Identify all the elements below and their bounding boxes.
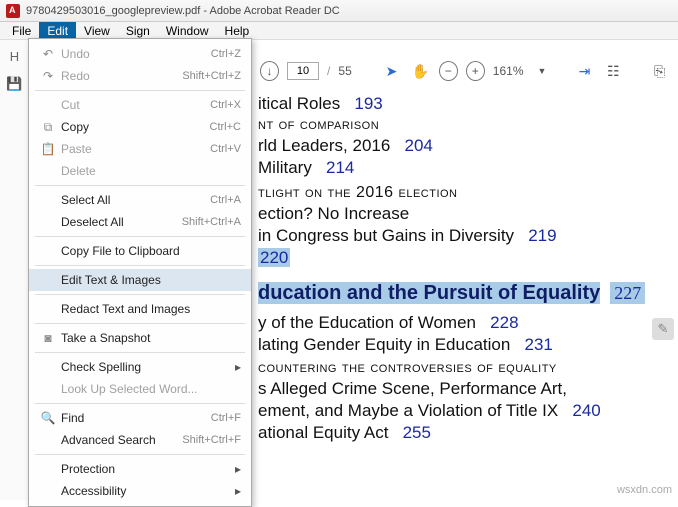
undo-icon: ↶: [39, 47, 57, 61]
menu-protection[interactable]: Protection▸: [29, 458, 251, 480]
menu-check-spelling[interactable]: Check Spelling▸: [29, 356, 251, 378]
window-titlebar: 9780429503016_googlepreview.pdf - Adobe …: [0, 0, 678, 22]
menu-file[interactable]: File: [4, 22, 39, 40]
copy-icon: ⧉: [39, 120, 57, 135]
chevron-right-icon: ▸: [235, 360, 241, 374]
menu-copy[interactable]: ⧉CopyCtrl+C: [29, 116, 251, 138]
menu-edit-text-images[interactable]: Edit Text & Images: [29, 269, 251, 291]
menu-window[interactable]: Window: [158, 22, 217, 40]
page-total: 55: [338, 64, 351, 78]
fit-width-icon[interactable]: ⇥: [574, 60, 595, 82]
menu-copy-file[interactable]: Copy File to Clipboard: [29, 240, 251, 262]
menu-view[interactable]: View: [76, 22, 118, 40]
menu-cut[interactable]: CutCtrl+X: [29, 94, 251, 116]
edit-dropdown: ↶UndoCtrl+Z ↷RedoShift+Ctrl+Z CutCtrl+X …: [28, 38, 252, 507]
camera-icon: ◙: [39, 331, 57, 345]
menu-redo[interactable]: ↷RedoShift+Ctrl+Z: [29, 65, 251, 87]
home-button[interactable]: H: [1, 44, 29, 68]
window-title: 9780429503016_googlepreview.pdf - Adobe …: [26, 5, 340, 17]
search-icon: 🔍: [39, 411, 57, 425]
chevron-right-icon: ▸: [235, 484, 241, 498]
redo-icon: ↷: [39, 69, 57, 83]
menu-select-all[interactable]: Select AllCtrl+A: [29, 189, 251, 211]
menu-redact[interactable]: Redact Text and Images: [29, 298, 251, 320]
left-sidebar: H 💾: [0, 40, 30, 500]
menu-paste[interactable]: 📋PasteCtrl+V: [29, 138, 251, 160]
page-number-input[interactable]: [287, 62, 319, 80]
zoom-level[interactable]: 161%: [493, 64, 524, 78]
page-sep: /: [327, 64, 330, 78]
edit-badge-icon[interactable]: ✎: [652, 318, 674, 340]
menu-sign[interactable]: Sign: [118, 22, 158, 40]
toolbar: ↓ / 55 ➤ ✋ − + 161% ▼ ⇥ ☷ ⎘: [252, 56, 678, 86]
zoom-in-button[interactable]: +: [466, 61, 485, 81]
watermark: wsxdn.com: [617, 484, 672, 496]
chevron-right-icon: ▸: [235, 462, 241, 476]
menu-accessibility[interactable]: Accessibility▸: [29, 480, 251, 502]
menu-lookup[interactable]: Look Up Selected Word...: [29, 378, 251, 400]
menu-edit[interactable]: Edit: [39, 22, 76, 40]
selected-text: 220: [258, 248, 290, 267]
menu-help[interactable]: Help: [217, 22, 258, 40]
zoom-out-button[interactable]: −: [439, 61, 458, 81]
menu-deselect-all[interactable]: Deselect AllShift+Ctrl+A: [29, 211, 251, 233]
share-icon[interactable]: ⎘: [649, 60, 670, 82]
app-icon: [6, 4, 20, 18]
save-button[interactable]: 💾: [1, 72, 29, 96]
menu-find[interactable]: 🔍FindCtrl+F: [29, 407, 251, 429]
paste-icon: 📋: [39, 142, 57, 156]
document-view[interactable]: itical Roles 193 nt of comparison rld Le…: [252, 90, 660, 500]
page-display-icon[interactable]: ☷: [603, 60, 624, 82]
zoom-dropdown-icon[interactable]: ▼: [532, 60, 553, 82]
page-down-button[interactable]: ↓: [260, 61, 279, 81]
menu-undo[interactable]: ↶UndoCtrl+Z: [29, 43, 251, 65]
menu-snapshot[interactable]: ◙Take a Snapshot: [29, 327, 251, 349]
arrow-cursor-icon[interactable]: ➤: [381, 60, 402, 82]
menu-delete[interactable]: Delete: [29, 160, 251, 182]
selected-heading: ducation and the Pursuit of Equality: [258, 282, 600, 304]
menu-advanced-search[interactable]: Advanced SearchShift+Ctrl+F: [29, 429, 251, 451]
hand-tool-icon[interactable]: ✋: [410, 60, 431, 82]
